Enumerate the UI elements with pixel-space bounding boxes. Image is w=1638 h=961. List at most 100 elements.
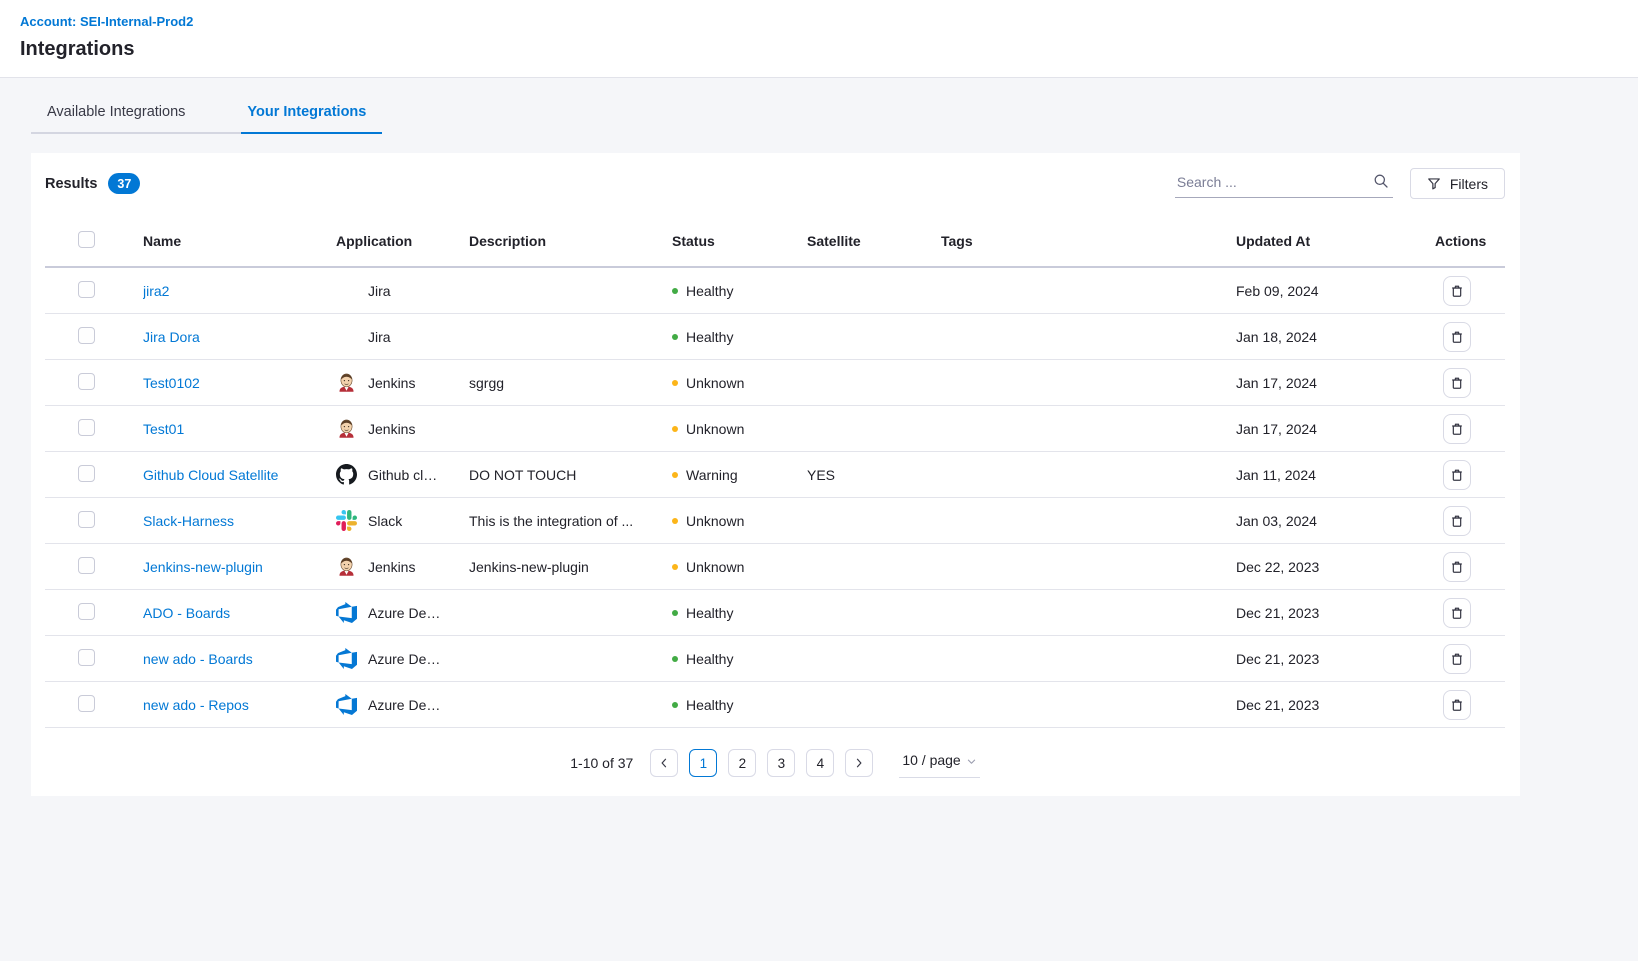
status-dot [672,656,678,662]
column-header-name: Name [143,233,336,249]
integration-name-link[interactable]: Test0102 [143,375,200,391]
row-checkbox[interactable] [78,327,95,344]
top-header: Account: SEI-Internal-Prod2 Integrations [0,0,1638,78]
application-name: Jenkins [368,421,427,437]
table-row: jira2 Jira Healthy Feb 09, 2024 [45,268,1505,314]
jira-icon [336,326,357,347]
row-checkbox[interactable] [78,603,95,620]
delete-integration-button[interactable] [1443,322,1471,352]
delete-integration-button[interactable] [1443,506,1471,536]
row-checkbox[interactable] [78,419,95,436]
integrations-card: Results 37 Filters Name Application Desc… [31,153,1520,796]
application-name: Azure DevO... [368,697,457,713]
account-breadcrumb-link[interactable]: Account: SEI-Internal-Prod2 [20,14,193,29]
delete-integration-button[interactable] [1443,552,1471,582]
jenkins-icon [336,556,357,577]
page-size-select[interactable]: 10 / page [899,748,979,778]
delete-integration-button[interactable] [1443,598,1471,628]
updated-at-value: Dec 22, 2023 [1236,559,1435,575]
updated-at-value: Jan 03, 2024 [1236,513,1435,529]
description-text: Jenkins-new-plugin [469,559,672,575]
table-row: Test0102 Jenkins sgrgg Unknown Jan 17, 2… [45,360,1505,406]
column-header-status: Status [672,233,807,249]
trash-icon [1450,514,1464,528]
search-box [1175,169,1393,198]
trash-icon [1450,468,1464,482]
page-button[interactable]: 4 [806,749,834,777]
search-icon [1373,173,1389,189]
row-checkbox[interactable] [78,281,95,298]
table-row: Test01 Jenkins Unknown Jan 17, 2024 [45,406,1505,452]
chevron-left-icon [658,757,670,769]
delete-integration-button[interactable] [1443,414,1471,444]
column-header-satellite: Satellite [807,233,941,249]
delete-integration-button[interactable] [1443,644,1471,674]
next-page-button[interactable] [845,749,873,777]
filters-button[interactable]: Filters [1410,168,1505,199]
status-text: Healthy [686,651,733,667]
integration-name-link[interactable]: new ado - Repos [143,697,249,713]
table-body: jira2 Jira Healthy Feb 09, 2024 Jira Dor… [45,268,1505,728]
azure-devops-icon [336,694,357,715]
updated-at-value: Feb 09, 2024 [1236,283,1435,299]
status-text: Unknown [686,375,744,391]
integration-name-link[interactable]: Slack-Harness [143,513,234,529]
application-name: Jenkins [368,375,427,391]
status-text: Healthy [686,329,733,345]
status-dot [672,380,678,386]
row-checkbox[interactable] [78,373,95,390]
delete-integration-button[interactable] [1443,276,1471,306]
page-button[interactable]: 1 [689,749,717,777]
toolbar: Results 37 Filters [45,168,1505,199]
delete-integration-button[interactable] [1443,460,1471,490]
application-name: Jira [368,283,403,299]
updated-at-value: Jan 11, 2024 [1236,467,1435,483]
jenkins-icon [336,418,357,439]
tab-your-integrations[interactable]: Your Integrations [241,95,382,134]
column-header-description: Description [469,233,672,249]
description-text: DO NOT TOUCH [469,467,672,483]
select-all-checkbox[interactable] [78,231,95,248]
updated-at-value: Jan 17, 2024 [1236,375,1435,391]
integration-name-link[interactable]: Jenkins-new-plugin [143,559,263,575]
satellite-value: YES [807,467,941,483]
jenkins-icon [336,372,357,393]
status-text: Healthy [686,605,733,621]
row-checkbox[interactable] [78,695,95,712]
integration-name-link[interactable]: new ado - Boards [143,651,253,667]
integration-name-link[interactable]: Test01 [143,421,184,437]
column-header-tags: Tags [941,233,1236,249]
status-dot [672,288,678,294]
integration-name-link[interactable]: Github Cloud Satellite [143,467,278,483]
row-checkbox[interactable] [78,465,95,482]
delete-integration-button[interactable] [1443,368,1471,398]
search-input[interactable] [1175,169,1393,198]
tab-available-integrations[interactable]: Available Integrations [31,95,241,134]
page-button[interactable]: 2 [728,749,756,777]
trash-icon [1450,652,1464,666]
table-row: new ado - Repos Azure DevO... Healthy De… [45,682,1505,728]
updated-at-value: Jan 18, 2024 [1236,329,1435,345]
updated-at-value: Dec 21, 2023 [1236,605,1435,621]
updated-at-value: Dec 21, 2023 [1236,697,1435,713]
delete-integration-button[interactable] [1443,690,1471,720]
previous-page-button[interactable] [650,749,678,777]
results-count-badge: 37 [108,173,140,194]
integrations-table: Name Application Description Status Sate… [45,216,1505,728]
page-size-value: 10 / page [902,752,960,768]
row-checkbox[interactable] [78,649,95,666]
integration-name-link[interactable]: jira2 [143,283,169,299]
table-header-row: Name Application Description Status Sate… [45,216,1505,268]
application-name: Jenkins [368,559,427,575]
page-button[interactable]: 3 [767,749,795,777]
table-row: Slack-Harness Slack This is the integrat… [45,498,1505,544]
trash-icon [1450,284,1464,298]
chevron-right-icon [853,757,865,769]
integration-name-link[interactable]: ADO - Boards [143,605,230,621]
row-checkbox[interactable] [78,511,95,528]
github-icon [336,464,357,485]
integration-name-link[interactable]: Jira Dora [143,329,200,345]
tab-bar: Available Integrations Your Integrations [31,95,1638,134]
status-dot [672,426,678,432]
row-checkbox[interactable] [78,557,95,574]
